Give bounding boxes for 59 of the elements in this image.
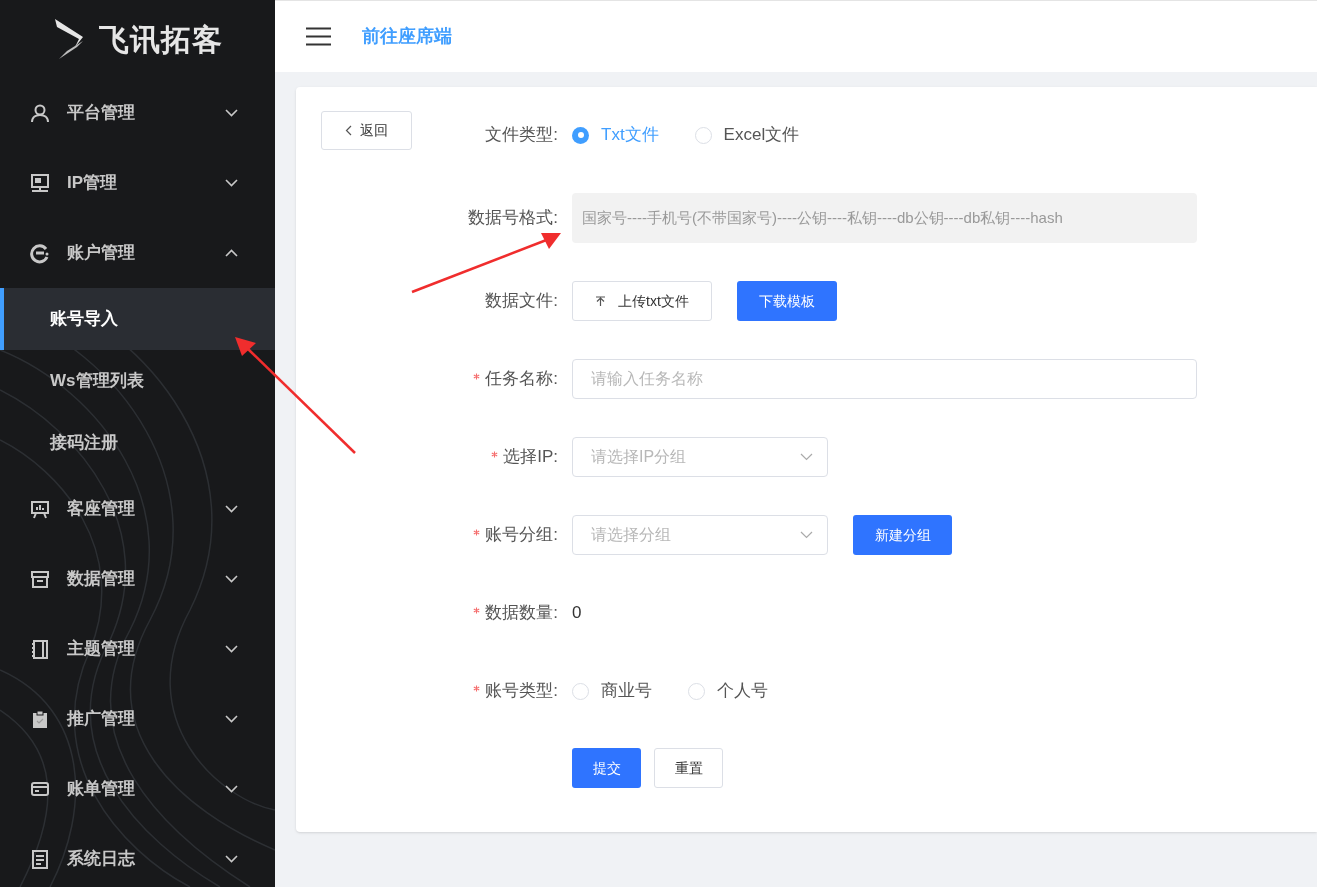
presentation-board-icon (30, 498, 50, 520)
field-label: 数据数量: (485, 602, 558, 625)
field-label: 数据号格式: (468, 207, 558, 230)
back-button[interactable]: 返回 (321, 111, 412, 150)
upload-icon (595, 295, 607, 307)
count-value: 0 (572, 602, 582, 625)
chevron-down-icon (225, 715, 238, 723)
submit-button[interactable]: 提交 (572, 748, 641, 788)
sidebar-item[interactable]: 主题管理 (0, 614, 275, 684)
chevron-down-icon (800, 531, 813, 539)
radio-option[interactable]: 个人号 (688, 678, 768, 704)
new-group-button[interactable]: 新建分组 (853, 515, 952, 555)
sidebar-item[interactable]: 账单管理 (0, 754, 275, 824)
chevron-down-icon (225, 645, 238, 653)
radio-button[interactable] (694, 126, 712, 144)
sidebar-item[interactable]: 系统日志 (0, 824, 275, 887)
sidebar-item[interactable]: 推广管理 (0, 684, 275, 754)
sidebar-subitem[interactable]: Ws管理列表 (0, 350, 275, 412)
sidebar-item[interactable]: 客座管理 (0, 474, 275, 544)
chevron-down-icon (225, 575, 238, 583)
chevron-up-icon (225, 249, 238, 257)
chevron-left-icon (345, 125, 352, 136)
menu-icon[interactable] (306, 27, 331, 46)
archive-box-icon (30, 568, 50, 590)
sidebar-subitem[interactable]: 接码注册 (0, 412, 275, 474)
download-template-button[interactable]: 下载模板 (737, 281, 837, 321)
radio-button[interactable] (572, 126, 589, 144)
radio-option[interactable]: Excel文件 (694, 122, 800, 148)
person-icon (30, 102, 50, 124)
field-label: 账号类型: (485, 680, 558, 703)
text-input[interactable]: 请输入任务名称 (572, 359, 1197, 399)
sidebar-subitem[interactable]: 账号导入 (0, 288, 275, 350)
radio-button[interactable] (572, 682, 589, 700)
upload-button[interactable]: 上传txt文件 (572, 281, 712, 321)
field-label: 数据文件: (485, 290, 558, 313)
sidebar-item[interactable]: 平台管理 (0, 78, 275, 148)
sidebar-item[interactable]: IP管理 (0, 148, 275, 218)
chevron-down-icon (225, 505, 238, 513)
e-circle-icon (30, 242, 50, 264)
format-field: 国家号----手机号(不带国家号)----公钥----私钥----db公钥----db私钥----hash (572, 193, 1197, 243)
chevron-down-icon (225, 785, 238, 793)
sidebar-item[interactable]: 账户管理 (0, 218, 275, 288)
reset-button[interactable]: 重置 (654, 748, 723, 788)
field-label: 文件类型: (485, 124, 558, 147)
chevron-down-icon (225, 855, 238, 863)
logo-text: 飞讯拓客 (98, 21, 223, 58)
clipboard-icon (30, 708, 50, 730)
chevron-down-icon (225, 179, 238, 187)
sidebar-item[interactable]: 数据管理 (0, 544, 275, 614)
field-label: 选择IP: (503, 446, 558, 469)
field-label: 账号分组: (485, 524, 558, 547)
monitor-icon (30, 172, 50, 194)
radio-option[interactable]: 商业号 (572, 678, 652, 704)
chevron-down-icon (800, 453, 813, 461)
notebook-icon (30, 638, 50, 660)
radio-button[interactable] (688, 682, 705, 700)
chevron-down-icon (225, 109, 238, 117)
field-label: 任务名称: (485, 368, 558, 391)
document-icon (30, 848, 50, 870)
